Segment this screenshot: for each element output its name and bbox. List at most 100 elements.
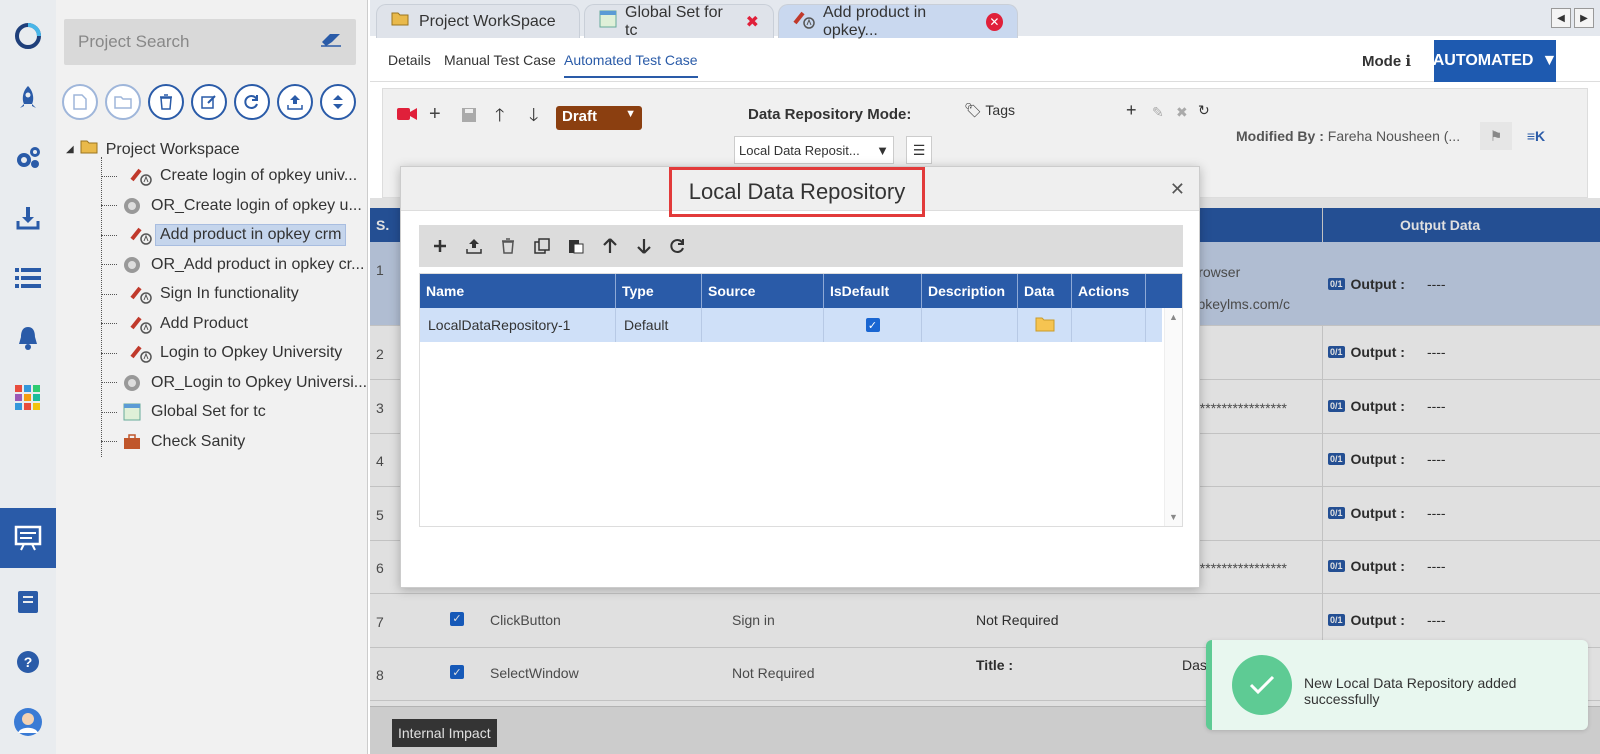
modal-header: Local Data Repository ✕ bbox=[401, 167, 1199, 217]
record-video-icon[interactable] bbox=[397, 107, 417, 124]
subtab-manual-test-case[interactable]: Manual Test Case bbox=[444, 52, 556, 68]
delete-icon[interactable] bbox=[499, 237, 517, 255]
tree-node[interactable]: Add Product bbox=[101, 311, 248, 337]
subtab-details[interactable]: Details bbox=[388, 52, 431, 68]
refresh-tags-icon[interactable]: ↻ bbox=[1198, 102, 1210, 119]
new-file-button[interactable] bbox=[62, 84, 98, 120]
scroll-down-icon[interactable]: ▼ bbox=[1169, 512, 1178, 522]
apps-grid-icon[interactable] bbox=[0, 372, 56, 424]
table-scrollbar[interactable]: ▲ ▼ bbox=[1164, 308, 1182, 526]
col-actions[interactable]: Actions bbox=[1072, 274, 1146, 308]
object-repository-icon bbox=[121, 373, 143, 393]
col-type[interactable]: Type bbox=[616, 274, 702, 308]
refresh-button[interactable] bbox=[234, 84, 270, 120]
tab-add-product[interactable]: Add product in opkey... ✕ bbox=[778, 4, 1018, 39]
testcase-icon bbox=[130, 166, 152, 186]
test-designer-icon[interactable] bbox=[0, 508, 66, 568]
project-search-input[interactable]: Project Search bbox=[64, 19, 356, 65]
cell-type: Default bbox=[616, 308, 702, 342]
remove-tag-icon[interactable]: ✖ bbox=[1176, 104, 1188, 121]
project-tree-panel: Project Search ◢ Project Workspace Creat… bbox=[56, 0, 425, 754]
tab-scroll-left-icon[interactable]: ◀ bbox=[1551, 8, 1571, 28]
expand-collapse-button[interactable] bbox=[320, 84, 356, 120]
caret-down-icon: ▼ bbox=[1541, 52, 1558, 69]
move-down-icon[interactable]: 🡓 bbox=[529, 103, 538, 133]
tree-node-label: Add product in opkey crm bbox=[155, 224, 347, 246]
refresh-icon[interactable] bbox=[669, 237, 687, 255]
scroll-up-icon[interactable]: ▲ bbox=[1169, 312, 1178, 322]
tab-scroll-arrows: ◀ ▶ bbox=[1551, 8, 1594, 28]
tree-node[interactable]: OR_Login to Opkey Universi... bbox=[101, 370, 367, 396]
tree-toolbar bbox=[62, 84, 356, 120]
folder-icon bbox=[391, 11, 411, 32]
app-logo-icon[interactable] bbox=[0, 10, 56, 62]
tree-node[interactable]: Sign In functionality bbox=[101, 281, 299, 307]
tree-node[interactable]: Login to Opkey University bbox=[101, 340, 342, 366]
upload-icon[interactable] bbox=[465, 237, 483, 255]
paste-icon[interactable] bbox=[567, 237, 585, 255]
tree-node[interactable]: Check Sanity bbox=[101, 429, 245, 455]
tree-node[interactable]: Add product in opkey crm bbox=[101, 222, 347, 248]
open-data-folder-icon[interactable] bbox=[1035, 316, 1055, 335]
tree-node-label: Check Sanity bbox=[151, 432, 246, 450]
subtab-automated-test-case[interactable]: Automated Test Case bbox=[564, 52, 698, 78]
col-name[interactable]: Name bbox=[420, 274, 616, 308]
save-icon[interactable] bbox=[461, 107, 477, 126]
open-folder-button[interactable] bbox=[105, 84, 141, 120]
eraser-icon[interactable] bbox=[320, 32, 342, 52]
col-isdefault[interactable]: IsDefault bbox=[824, 274, 922, 308]
isdefault-checkbox[interactable]: ✓ bbox=[865, 318, 880, 332]
tree-node[interactable]: OR_Create login of opkey u... bbox=[101, 193, 362, 219]
global-set-icon bbox=[121, 402, 143, 422]
tree-node[interactable]: Global Set for tc bbox=[101, 399, 266, 425]
tab-global-set[interactable]: Global Set for tc ✖ bbox=[584, 4, 774, 39]
col-description[interactable]: Description bbox=[922, 274, 1018, 308]
edit-tag-icon[interactable]: ✎ bbox=[1152, 104, 1164, 121]
subtab-bar: Details Manual Test Case Automated Test … bbox=[370, 36, 1600, 82]
collapse-toggle-icon[interactable]: ◢ bbox=[66, 144, 74, 155]
upload-button[interactable] bbox=[277, 84, 313, 120]
info-icon[interactable]: ℹ bbox=[1405, 53, 1411, 70]
user-avatar[interactable] bbox=[0, 696, 56, 748]
download-icon[interactable] bbox=[0, 192, 56, 244]
svg-text:?: ? bbox=[24, 654, 33, 670]
close-tab-icon[interactable]: ✖ bbox=[746, 12, 759, 32]
col-source[interactable]: Source bbox=[702, 274, 824, 308]
close-icon[interactable]: ✕ bbox=[1170, 179, 1185, 200]
data-repository-mode-select[interactable]: Local Data Reposit... ▼ bbox=[734, 136, 894, 164]
tree-node[interactable]: Create login of opkey univ... bbox=[101, 163, 357, 189]
mode-dropdown[interactable]: AUTOMATED ▼ bbox=[1433, 40, 1558, 82]
notification-bell-icon[interactable] bbox=[0, 312, 56, 364]
close-tab-icon[interactable]: ✕ bbox=[985, 12, 1003, 31]
list-view-button[interactable]: ☰ bbox=[906, 136, 932, 164]
status-dropdown[interactable]: Draft ▼ bbox=[556, 106, 642, 130]
caret-down-icon: ▼ bbox=[876, 143, 889, 158]
keyword-icon[interactable]: ≡K bbox=[1520, 122, 1552, 150]
edit-button[interactable] bbox=[191, 84, 227, 120]
table-row[interactable]: LocalDataRepository-1 Default ✓ bbox=[420, 308, 1162, 342]
copy-icon[interactable] bbox=[533, 237, 551, 255]
caret-down-icon: ▼ bbox=[625, 108, 636, 120]
rocket-icon[interactable] bbox=[0, 72, 56, 124]
help-icon[interactable]: ? bbox=[0, 636, 56, 688]
data-repository-mode-label: Data Repository Mode: bbox=[748, 106, 912, 123]
tree-root[interactable]: ◢ Project Workspace bbox=[66, 139, 240, 160]
add-step-icon[interactable]: + bbox=[429, 103, 441, 126]
tab-bar: Project WorkSpace Global Set for tc ✖ Ad… bbox=[370, 0, 1600, 39]
reports-book-icon[interactable] bbox=[0, 576, 56, 628]
hierarchy-icon[interactable]: ⚑ bbox=[1480, 122, 1512, 150]
settings-gears-icon[interactable] bbox=[0, 132, 56, 184]
move-up-icon[interactable]: 🡑 bbox=[495, 103, 504, 133]
list-icon[interactable] bbox=[0, 252, 56, 304]
data-repository-table: Name Type Source IsDefault Description D… bbox=[419, 273, 1183, 527]
tree-connector bbox=[101, 234, 117, 236]
add-icon[interactable] bbox=[431, 237, 449, 255]
col-data[interactable]: Data bbox=[1018, 274, 1072, 308]
add-tag-icon[interactable]: + bbox=[1126, 100, 1137, 121]
move-down-icon[interactable] bbox=[635, 237, 653, 255]
move-up-icon[interactable] bbox=[601, 237, 619, 255]
delete-button[interactable] bbox=[148, 84, 184, 120]
tab-project-workspace[interactable]: Project WorkSpace bbox=[376, 4, 580, 38]
tab-scroll-right-icon[interactable]: ▶ bbox=[1574, 8, 1594, 28]
tree-node[interactable]: OR_Add product in opkey cr... bbox=[101, 252, 364, 278]
